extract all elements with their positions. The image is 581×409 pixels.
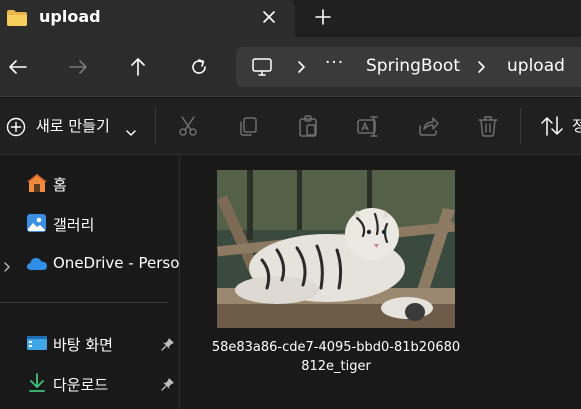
address-bar[interactable]: ··· SpringBoot upload xyxy=(236,47,581,87)
arrow-right-icon[interactable] xyxy=(67,56,89,78)
sidebar-item-label: 갤러리 xyxy=(53,216,95,234)
command-bar: 새로 만들기 정 xyxy=(0,98,581,155)
sidebar-item-label: 바탕 화면 xyxy=(53,336,113,354)
chevron-right-icon[interactable] xyxy=(476,59,488,79)
breadcrumb-springboot[interactable]: SpringBoot xyxy=(366,56,460,76)
file-item[interactable]: 58e83a86-cde7-4095-bbd0-81b20680812e_tig… xyxy=(209,168,469,388)
cloud-icon xyxy=(26,253,48,273)
folder-icon xyxy=(6,9,28,31)
arrow-left-icon[interactable] xyxy=(7,56,29,78)
rename-icon[interactable] xyxy=(356,114,380,138)
sidebar-item-label: 다운로드 xyxy=(53,376,109,394)
copy-icon[interactable] xyxy=(236,114,260,138)
tiger-image-thumbnail[interactable] xyxy=(217,170,455,328)
file-list: 58e83a86-cde7-4095-bbd0-81b20680812e_tig… xyxy=(181,156,581,409)
plus-circle-icon xyxy=(6,117,26,141)
sidebar-item-gallery[interactable]: 갤러리 xyxy=(0,206,180,240)
chevron-down-icon xyxy=(126,122,136,141)
refresh-icon[interactable] xyxy=(188,56,210,78)
toolbar-divider xyxy=(520,108,521,144)
chevron-right-icon[interactable] xyxy=(3,258,11,277)
navigation-pane: 홈 갤러리 OneDrive - Perso 바탕 화면 다운로드 xyxy=(0,156,180,409)
file-name: 58e83a86-cde7-4095-bbd0-81b20680812e_tig… xyxy=(211,340,461,374)
pin-icon[interactable] xyxy=(161,336,175,355)
sidebar-item-home[interactable]: 홈 xyxy=(0,166,180,200)
arrow-up-icon[interactable] xyxy=(127,56,149,78)
tab-title: upload xyxy=(39,7,101,26)
sort-button-label: 정렬 xyxy=(572,117,581,135)
sidebar-item-downloads[interactable]: 다운로드 xyxy=(0,366,180,400)
cut-icon[interactable] xyxy=(176,114,200,138)
gallery-icon xyxy=(26,213,48,233)
chevron-right-icon[interactable] xyxy=(296,59,308,79)
file-explorer-window: upload ··· SpringBoot upload 새로 만들기 정 홈 … xyxy=(0,0,581,409)
plus-icon[interactable] xyxy=(313,7,333,27)
monitor-icon[interactable] xyxy=(251,56,273,82)
share-icon[interactable] xyxy=(416,114,440,138)
sort-icon xyxy=(540,115,564,141)
sidebar-divider xyxy=(0,302,168,303)
download-icon xyxy=(26,373,48,393)
desktop-icon xyxy=(26,333,48,353)
sidebar-item-onedrive[interactable]: OneDrive - Personal xyxy=(0,246,180,280)
breadcrumb-overflow[interactable]: ··· xyxy=(325,53,344,73)
sidebar-item-label: OneDrive - Personal xyxy=(53,254,180,272)
sidebar-item-label: 홈 xyxy=(53,176,67,194)
tab-upload[interactable]: upload xyxy=(0,0,295,37)
tab-strip: upload xyxy=(0,0,581,37)
paste-icon[interactable] xyxy=(296,114,320,138)
home-icon xyxy=(26,173,48,193)
toolbar-divider xyxy=(155,108,156,144)
navigation-bar: ··· SpringBoot upload xyxy=(0,37,581,97)
sidebar-item-desktop[interactable]: 바탕 화면 xyxy=(0,326,180,360)
delete-icon[interactable] xyxy=(476,114,500,138)
new-button-label: 새로 만들기 xyxy=(36,117,110,135)
breadcrumb-upload[interactable]: upload xyxy=(507,56,565,76)
pin-icon[interactable] xyxy=(161,376,175,395)
close-icon[interactable] xyxy=(259,7,279,27)
